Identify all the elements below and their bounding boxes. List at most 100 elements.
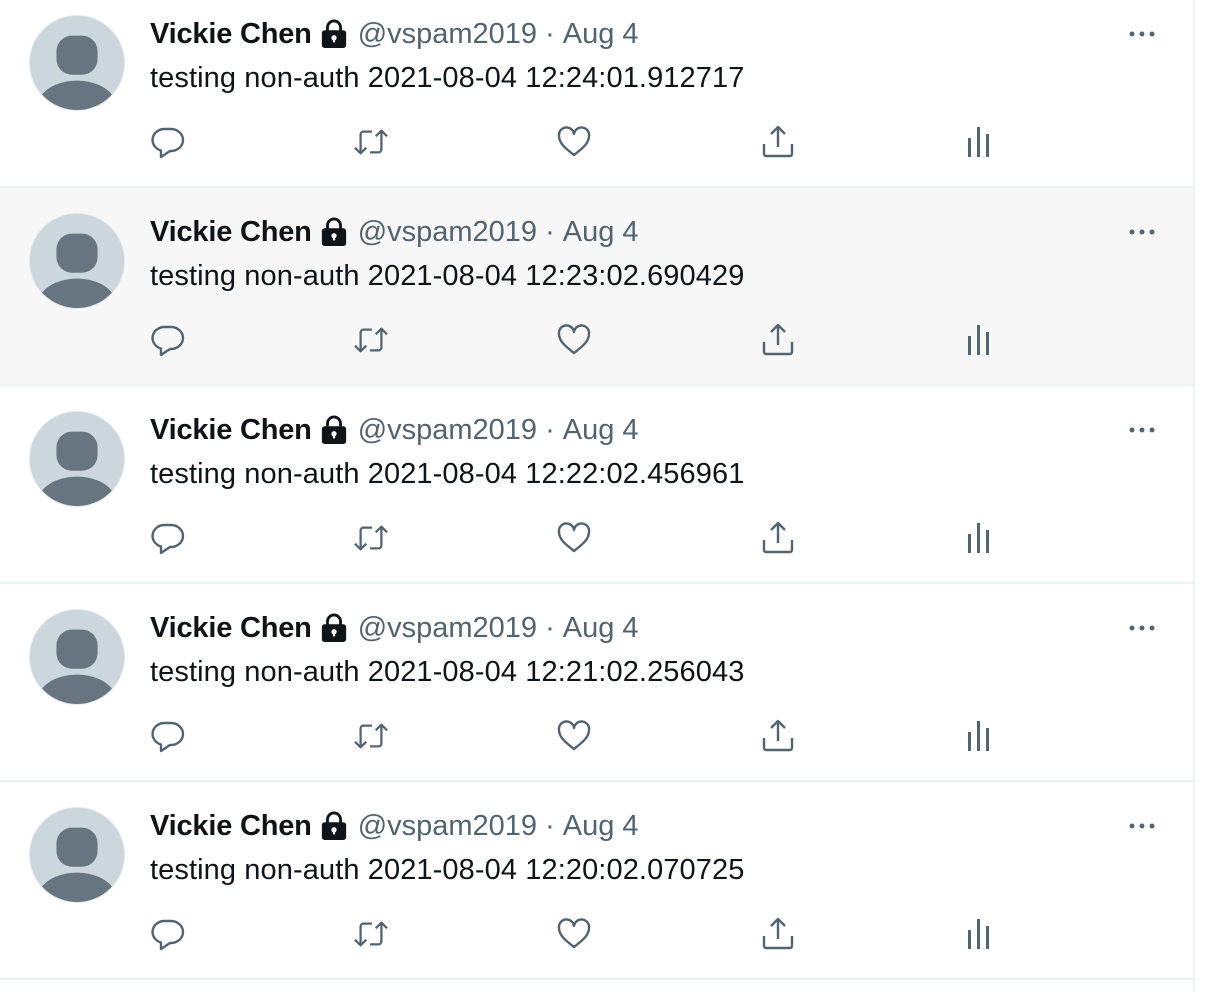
retweet-button[interactable] xyxy=(351,320,391,360)
analytics-icon xyxy=(962,916,998,952)
tweet[interactable]: Vickie Chen @vspam2019 · Aug 4 testing n… xyxy=(0,782,1193,980)
tweet-header: Vickie Chen @vspam2019 · Aug 4 xyxy=(150,808,639,844)
more-options-button[interactable] xyxy=(1124,220,1160,244)
retweet-button[interactable] xyxy=(351,716,391,756)
more-options-button[interactable] xyxy=(1124,418,1160,442)
avatar[interactable] xyxy=(29,213,125,309)
more-icon xyxy=(1127,29,1157,39)
analytics-button[interactable] xyxy=(960,122,1000,162)
retweet-button[interactable] xyxy=(351,914,391,954)
lock-icon xyxy=(320,811,348,841)
analytics-button[interactable] xyxy=(960,716,1000,756)
tweet[interactable]: Vickie Chen @vspam2019 · Aug 4 testing n… xyxy=(0,0,1193,188)
separator: · xyxy=(545,611,555,644)
separator: · xyxy=(545,17,555,50)
analytics-icon xyxy=(962,520,998,556)
avatar[interactable] xyxy=(29,807,125,903)
tweet-text: testing non-auth 2021-08-04 12:24:01.912… xyxy=(150,62,745,94)
reply-button[interactable] xyxy=(148,914,188,954)
tweet-text: testing non-auth 2021-08-04 12:21:02.256… xyxy=(150,656,745,688)
share-button[interactable] xyxy=(758,518,798,558)
tweet-text: testing non-auth 2021-08-04 12:20:02.070… xyxy=(150,854,745,886)
like-icon xyxy=(556,124,592,160)
tweet-actions xyxy=(0,320,1193,360)
reply-icon xyxy=(150,718,186,754)
user-handle[interactable]: @vspam2019 xyxy=(358,810,537,843)
tweet-date[interactable]: Aug 4 xyxy=(563,216,639,249)
analytics-button[interactable] xyxy=(960,914,1000,954)
more-options-button[interactable] xyxy=(1124,616,1160,640)
tweet-date[interactable]: Aug 4 xyxy=(563,414,639,447)
share-button[interactable] xyxy=(758,914,798,954)
default-profile-icon xyxy=(30,16,124,110)
reply-button[interactable] xyxy=(148,716,188,756)
share-button[interactable] xyxy=(758,716,798,756)
default-profile-icon xyxy=(30,214,124,308)
default-profile-icon xyxy=(30,610,124,704)
reply-icon xyxy=(150,520,186,556)
display-name[interactable]: Vickie Chen xyxy=(150,810,312,843)
tweet-header: Vickie Chen @vspam2019 · Aug 4 xyxy=(150,412,639,448)
like-button[interactable] xyxy=(554,914,594,954)
share-button[interactable] xyxy=(758,122,798,162)
more-options-button[interactable] xyxy=(1124,22,1160,46)
tweet[interactable]: Vickie Chen @vspam2019 · Aug 4 testing n… xyxy=(0,188,1193,386)
lock-icon xyxy=(320,19,348,49)
reply-icon xyxy=(150,124,186,160)
analytics-icon xyxy=(962,322,998,358)
retweet-icon xyxy=(352,323,390,357)
display-name[interactable]: Vickie Chen xyxy=(150,216,312,249)
tweet-date[interactable]: Aug 4 xyxy=(563,18,639,51)
display-name[interactable]: Vickie Chen xyxy=(150,414,312,447)
tweet-date[interactable]: Aug 4 xyxy=(563,612,639,645)
tweet[interactable]: Vickie Chen @vspam2019 · Aug 4 testing n… xyxy=(0,386,1193,584)
tweet-text: testing non-auth 2021-08-04 12:23:02.690… xyxy=(150,260,745,292)
reply-icon xyxy=(150,322,186,358)
like-button[interactable] xyxy=(554,122,594,162)
user-handle[interactable]: @vspam2019 xyxy=(358,612,537,645)
tweet-actions xyxy=(0,122,1193,162)
like-icon xyxy=(556,322,592,358)
tweet-date[interactable]: Aug 4 xyxy=(563,810,639,843)
separator: · xyxy=(545,809,555,842)
analytics-button[interactable] xyxy=(960,320,1000,360)
analytics-icon xyxy=(962,718,998,754)
reply-button[interactable] xyxy=(148,320,188,360)
user-handle[interactable]: @vspam2019 xyxy=(358,216,537,249)
avatar[interactable] xyxy=(29,609,125,705)
tweet[interactable]: Vickie Chen @vspam2019 · Aug 4 testing n… xyxy=(0,584,1193,782)
retweet-icon xyxy=(352,917,390,951)
share-icon xyxy=(760,520,796,556)
reply-button[interactable] xyxy=(148,518,188,558)
retweet-button[interactable] xyxy=(351,122,391,162)
share-icon xyxy=(760,124,796,160)
retweet-icon xyxy=(352,125,390,159)
analytics-button[interactable] xyxy=(960,518,1000,558)
user-handle[interactable]: @vspam2019 xyxy=(358,18,537,51)
retweet-button[interactable] xyxy=(351,518,391,558)
default-profile-icon xyxy=(30,412,124,506)
separator: · xyxy=(545,413,555,446)
like-button[interactable] xyxy=(554,518,594,558)
default-profile-icon xyxy=(30,808,124,902)
tweet-feed: Vickie Chen @vspam2019 · Aug 4 testing n… xyxy=(0,0,1195,992)
like-button[interactable] xyxy=(554,716,594,756)
more-icon xyxy=(1127,623,1157,633)
more-options-button[interactable] xyxy=(1124,814,1160,838)
separator: · xyxy=(545,215,555,248)
like-icon xyxy=(556,718,592,754)
avatar[interactable] xyxy=(29,15,125,111)
share-button[interactable] xyxy=(758,320,798,360)
analytics-icon xyxy=(962,124,998,160)
display-name[interactable]: Vickie Chen xyxy=(150,612,312,645)
reply-button[interactable] xyxy=(148,122,188,162)
user-handle[interactable]: @vspam2019 xyxy=(358,414,537,447)
more-icon xyxy=(1127,425,1157,435)
share-icon xyxy=(760,322,796,358)
like-button[interactable] xyxy=(554,320,594,360)
display-name[interactable]: Vickie Chen xyxy=(150,18,312,51)
more-icon xyxy=(1127,821,1157,831)
lock-icon xyxy=(320,415,348,445)
avatar[interactable] xyxy=(29,411,125,507)
tweet-actions xyxy=(0,716,1193,756)
